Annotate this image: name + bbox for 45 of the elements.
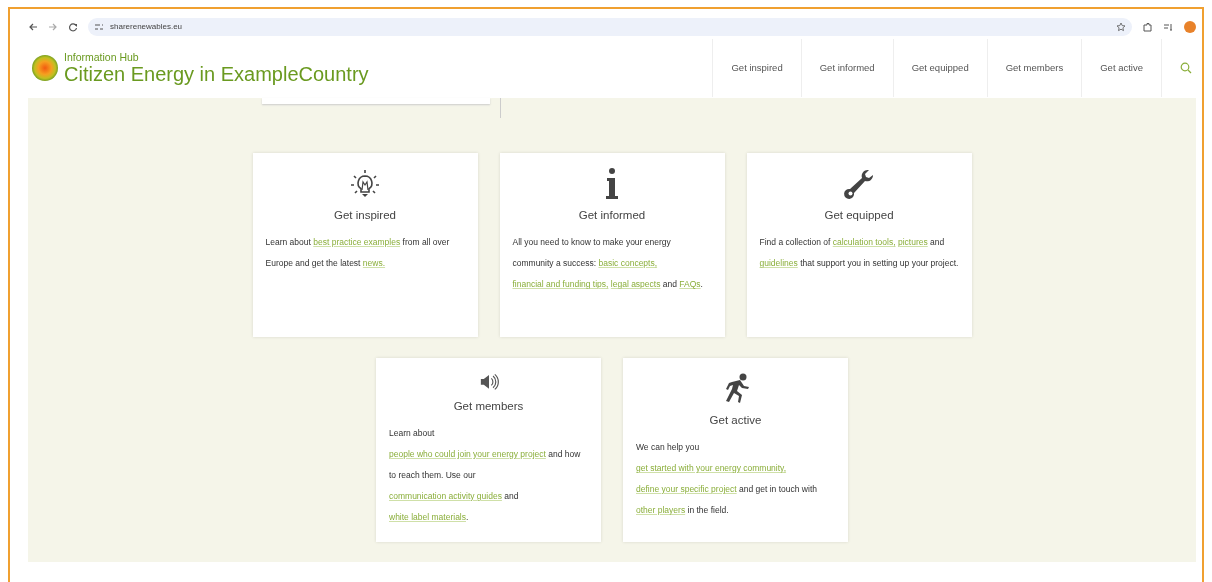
text-link[interactable]: white label materials bbox=[389, 512, 466, 522]
address-bar[interactable]: sharerenewables.eu bbox=[88, 18, 1132, 36]
logo-icon[interactable] bbox=[32, 55, 58, 81]
card-text: All you need to know to make your energy community a success: basic concepts, financial and funding tips, legal aspects and FAQs. bbox=[512, 236, 704, 292]
text-link[interactable]: basic concepts, bbox=[598, 258, 658, 269]
reload-icon[interactable] bbox=[68, 22, 78, 32]
reading-list-icon[interactable] bbox=[1163, 22, 1174, 32]
card-title: Get inspired bbox=[334, 208, 396, 223]
nav-link[interactable]: Get active bbox=[1081, 39, 1161, 97]
card-title: Get active bbox=[709, 413, 762, 428]
text-link[interactable]: best practice examples bbox=[313, 237, 401, 248]
nav-link[interactable]: Get equipped bbox=[892, 39, 987, 97]
text-link[interactable]: news. bbox=[362, 258, 386, 269]
back-icon[interactable] bbox=[28, 22, 38, 32]
card-text: Learn about best practice examples from all over Europe and get the latest news. bbox=[265, 236, 451, 271]
card-text: We can help you get started with your energy community, define your specific project and get in touch with other players in the field. bbox=[636, 441, 818, 518]
nav-link[interactable]: Get informed bbox=[800, 39, 893, 97]
site-subtitle: Information Hub bbox=[64, 51, 140, 63]
forward-icon[interactable] bbox=[48, 22, 58, 32]
nav-link[interactable]: Get members bbox=[986, 39, 1082, 97]
text-link[interactable]: people who could join your energy project bbox=[389, 449, 546, 459]
text-link[interactable]: financial and funding tips, bbox=[512, 279, 609, 290]
card-title: Get informed bbox=[578, 208, 646, 223]
text-link[interactable]: FAQs bbox=[679, 279, 701, 290]
profile-avatar[interactable] bbox=[1184, 21, 1196, 33]
search-icon[interactable] bbox=[1180, 62, 1192, 74]
url-text: sharerenewables.eu bbox=[110, 21, 183, 33]
text-link[interactable]: guidelines bbox=[759, 258, 798, 269]
text-link[interactable]: legal aspects bbox=[610, 279, 661, 290]
text-link[interactable]: get started with your energy community, bbox=[636, 463, 787, 474]
text-link[interactable]: communication activity guides bbox=[389, 491, 502, 501]
card-title: Get equipped bbox=[824, 208, 894, 223]
text-link[interactable]: other players bbox=[636, 505, 686, 516]
card-text: Learn about people who could join your energy project and how to reach them. Use our communication activity guides and white label materials. bbox=[389, 427, 582, 524]
text-link[interactable]: define your specific project bbox=[636, 484, 737, 495]
text-link[interactable]: pictures bbox=[897, 237, 928, 248]
card-text: Find a collection of calculation tools, pictures and guidelines that support you in setting up your project. bbox=[759, 236, 959, 271]
star-icon[interactable] bbox=[1116, 22, 1126, 32]
site-info-icon[interactable] bbox=[94, 23, 104, 31]
site-title[interactable]: Citizen Energy in ExampleCountry bbox=[64, 62, 369, 85]
card-title: Get members bbox=[453, 398, 524, 414]
extension-icon[interactable] bbox=[1142, 21, 1153, 33]
nav-link[interactable]: Get inspired bbox=[712, 39, 801, 97]
text-link[interactable]: calculation tools, bbox=[832, 237, 896, 248]
wrench-icon bbox=[842, 167, 876, 201]
